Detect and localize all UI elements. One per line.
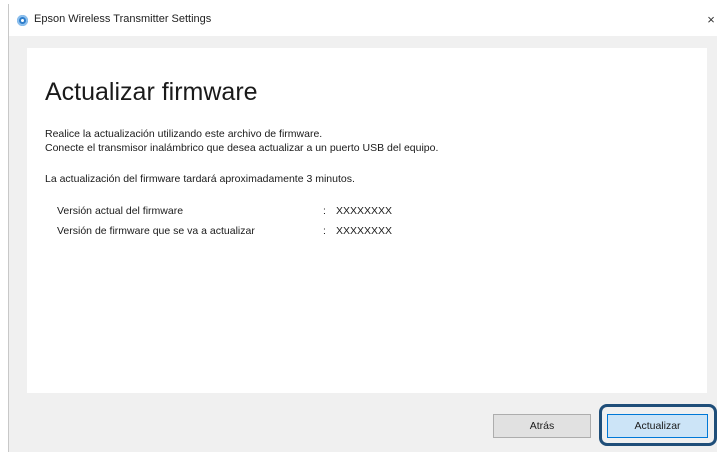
page-title: Actualizar firmware [45, 78, 258, 106]
settings-window: Epson Wireless Transmitter Settings × Ac… [8, 4, 717, 452]
target-version-label: Versión de firmware que se va a actualiz… [57, 225, 255, 237]
current-version-row: Versión actual del firmware : XXXXXXXX [57, 205, 657, 219]
title-bar: Epson Wireless Transmitter Settings × [9, 4, 717, 36]
current-version-label: Versión actual del firmware [57, 205, 184, 217]
current-version-value: XXXXXXXX [336, 205, 393, 217]
duration-note: La actualización del firmware tardará ap… [45, 173, 355, 185]
target-version-row: Versión de firmware que se va a actualiz… [57, 225, 657, 239]
target-version-separator: : [323, 225, 326, 237]
instruction-line-2: Conecte el transmisor inalámbrico que de… [45, 142, 439, 154]
window-title: Epson Wireless Transmitter Settings [34, 13, 212, 25]
current-version-separator: : [323, 205, 326, 217]
content-panel: Actualizar firmware Realice la actualiza… [27, 48, 707, 393]
close-icon[interactable]: × [704, 10, 717, 30]
instruction-line-1: Realice la actualización utilizando este… [45, 128, 323, 140]
back-button[interactable]: Atrás [493, 414, 591, 438]
update-button[interactable]: Actualizar [607, 414, 708, 438]
target-version-value: XXXXXXXX [336, 225, 393, 237]
epson-app-icon [17, 15, 28, 26]
